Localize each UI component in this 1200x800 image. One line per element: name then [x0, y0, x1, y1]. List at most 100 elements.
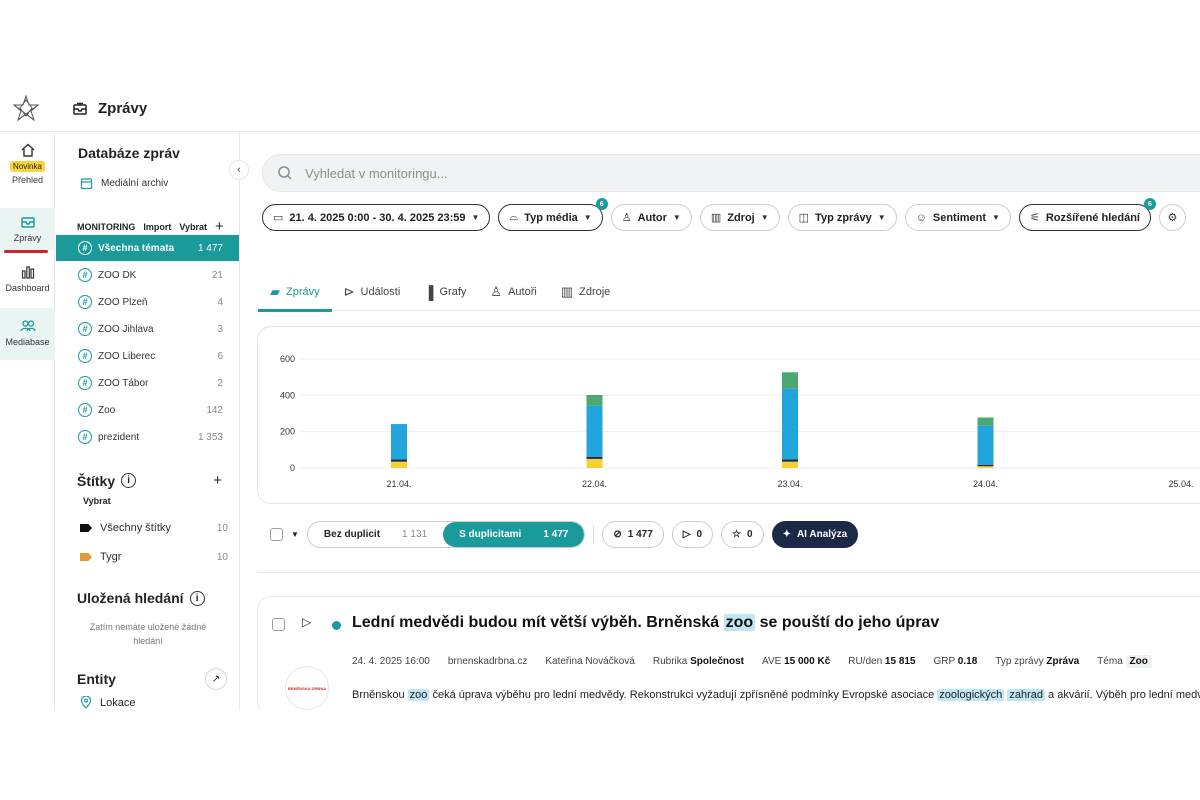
labels-button[interactable]: ▷ 0 — [671, 521, 714, 548]
x-tick-label: 23.04. — [777, 479, 802, 489]
message-type-filter[interactable]: ◫ Typ zprávy ▼ — [787, 204, 897, 231]
tab-charts[interactable]: ▐ Grafy — [412, 273, 478, 311]
article-topic: Téma Zoo — [1097, 655, 1152, 668]
tag-outline-icon: ▷ — [682, 529, 691, 540]
article-checkbox[interactable] — [272, 618, 285, 631]
favorites-button[interactable]: ☆ 0 — [721, 521, 764, 548]
article-snippet: Brněnskou zoo čeká úprava výběhu pro led… — [352, 689, 1200, 701]
article-ave: AVE 15 000 Kč — [762, 656, 830, 667]
rail-item-dashboard[interactable]: Dashboard — [0, 264, 55, 293]
results-toolbar: ▼ Bez duplicit 1 131 S duplicitami 1 477… — [270, 521, 859, 548]
topic-item[interactable]: # prezident 1 353 — [56, 424, 239, 450]
topic-item[interactable]: # Zoo 142 — [56, 397, 239, 423]
ai-analysis-button[interactable]: ✦ AI Analýza — [771, 521, 859, 548]
bar-segment — [977, 464, 994, 467]
bar-segment — [391, 461, 407, 468]
bar-segment — [586, 405, 603, 457]
bar-segment — [391, 424, 407, 460]
label-item[interactable]: Tygr 10 — [80, 551, 228, 563]
tab-label: Zdroje — [579, 286, 611, 298]
with-duplicates-option[interactable]: S duplicitami 1 477 — [443, 522, 585, 547]
article-title[interactable]: Lední medvědi budou mít větší výběh. Brn… — [352, 614, 939, 632]
topic-label: ZOO Jihlava — [98, 323, 154, 335]
highlight: zoologických — [937, 689, 1005, 701]
entity-location[interactable]: Lokace — [80, 696, 135, 709]
date-range-filter[interactable]: ▭ 21. 4. 2025 0:00 - 30. 4. 2025 23:59 ▼ — [262, 204, 491, 231]
tag-outline-icon[interactable]: ▷ — [302, 615, 311, 629]
tab-sources[interactable]: ▥ Zdroje — [549, 273, 622, 311]
database-title: Databáze zpráv — [78, 145, 180, 161]
saved-searches-title: Uložená hledání — [77, 590, 184, 606]
article-ru: RU/den 15 815 — [848, 656, 915, 667]
filter-bar: ▭ 21. 4. 2025 0:00 - 30. 4. 2025 23:59 ▼… — [262, 198, 1186, 231]
media-type-label: Typ média — [524, 211, 578, 224]
topic-label: Všechna témata — [98, 242, 175, 254]
article-author[interactable]: Kateřina Nováčková — [545, 656, 635, 667]
source-filter[interactable]: ▥ Zdroj ▼ — [699, 204, 780, 231]
author-filter[interactable]: ♙ Autor ▼ — [610, 204, 692, 231]
topic-count: 6 — [217, 350, 223, 362]
no-duplicates-option[interactable]: Bez duplicit 1 131 — [308, 522, 443, 547]
article-source[interactable]: brnenskadrbna.cz — [448, 656, 528, 667]
import-link[interactable]: Import — [143, 222, 171, 232]
rail-item-mediabase[interactable]: Mediabase — [0, 308, 55, 360]
with-duplicates-label: S duplicitami — [459, 529, 522, 540]
article-card[interactable]: ▷ Lední medvědi budou mít větší výběh. B… — [257, 596, 1200, 710]
topic-label: prezident — [98, 431, 140, 443]
app-logo-icon[interactable] — [12, 94, 40, 122]
divider — [593, 525, 595, 544]
add-label-icon[interactable]: + — [213, 472, 222, 489]
external-link-icon[interactable]: ↗ — [205, 668, 227, 690]
y-tick-label: 400 — [280, 390, 295, 400]
topic-count: 1 477 — [197, 242, 223, 254]
sentiment-filter[interactable]: ☺ Sentiment ▼ — [904, 204, 1011, 231]
select-all-checkbox[interactable] — [270, 528, 283, 541]
topic-item[interactable]: # ZOO Jihlava 3 — [56, 316, 239, 342]
duplicates-toggle[interactable]: Bez duplicit 1 131 S duplicitami 1 477 — [306, 521, 586, 548]
views-count: 1 477 — [627, 529, 653, 540]
label-count: 10 — [216, 522, 228, 534]
topic-hash-icon: # — [78, 322, 92, 336]
hidden-views-button[interactable]: ⊘ 1 477 — [602, 521, 664, 548]
topic-item[interactable]: # ZOO DK 21 — [56, 262, 239, 288]
chevron-down-icon[interactable]: ▼ — [291, 530, 299, 539]
stacked-bar-chart[interactable]: 0 200 400 600 21.04. 22.04. 23.04. 24.04. 25.04. — [258, 327, 1200, 505]
add-topic-icon[interactable]: + — [215, 218, 224, 235]
info-icon[interactable]: i — [121, 473, 137, 488]
media-type-filter[interactable]: ⌓ Typ média ▼ 6 — [498, 198, 608, 231]
filter-count-badge: 6 — [1143, 198, 1156, 210]
topic-label: Zoo — [98, 404, 116, 416]
collapse-sidebar-button[interactable]: ‹ — [229, 160, 249, 180]
author-label: Autor — [637, 211, 667, 224]
article-grp: GRP 0.18 — [934, 656, 978, 667]
sparkle-icon: ✦ — [782, 529, 791, 540]
highlight: zoo — [723, 614, 756, 631]
select-link[interactable]: Vybrat — [179, 222, 207, 232]
rail-item-overview[interactable]: Novinka Přehled — [0, 142, 55, 185]
tab-messages[interactable]: ▰ Zprávy — [258, 273, 332, 312]
search-bar[interactable]: Vyhledat v monitoringu... — [262, 154, 1200, 192]
topic-item[interactable]: # Všechna témata 1 477 — [56, 235, 239, 261]
meta-label: Rubrika — [652, 656, 688, 667]
inbox-icon — [20, 217, 35, 228]
filter-settings-button[interactable]: ⚙ — [1158, 204, 1186, 231]
rail-item-messages[interactable]: Zprávy — [0, 208, 55, 250]
tab-events[interactable]: ⊳ Události — [332, 273, 413, 311]
bar-segment — [586, 458, 603, 468]
info-icon[interactable]: i — [189, 590, 205, 606]
topic-chip[interactable]: Zoo — [1125, 655, 1152, 668]
label-item[interactable]: Všechny štítky 10 — [80, 522, 228, 534]
tab-authors[interactable]: ♙ Autoři — [478, 273, 548, 311]
bar-segment — [782, 388, 798, 460]
labels-select-link[interactable]: Vybrat — [83, 496, 111, 506]
monitoring-header: MONITORING Import Vybrat + — [77, 218, 224, 235]
topic-item[interactable]: # ZOO Plzeň 4 — [56, 289, 239, 315]
bar-segment — [782, 459, 798, 462]
advanced-search-filter[interactable]: ⚟ Rozšířené hledání 6 — [1018, 198, 1156, 231]
topic-item[interactable]: # ZOO Liberec 6 — [56, 343, 239, 369]
media-archive-link[interactable]: Mediální archiv — [80, 177, 168, 190]
topic-count: 4 — [217, 296, 223, 308]
labels-count: 0 — [696, 529, 703, 540]
topic-item[interactable]: # ZOO Tábor 2 — [56, 370, 239, 396]
article-title-text: se pouští do jeho úprav — [755, 614, 940, 631]
